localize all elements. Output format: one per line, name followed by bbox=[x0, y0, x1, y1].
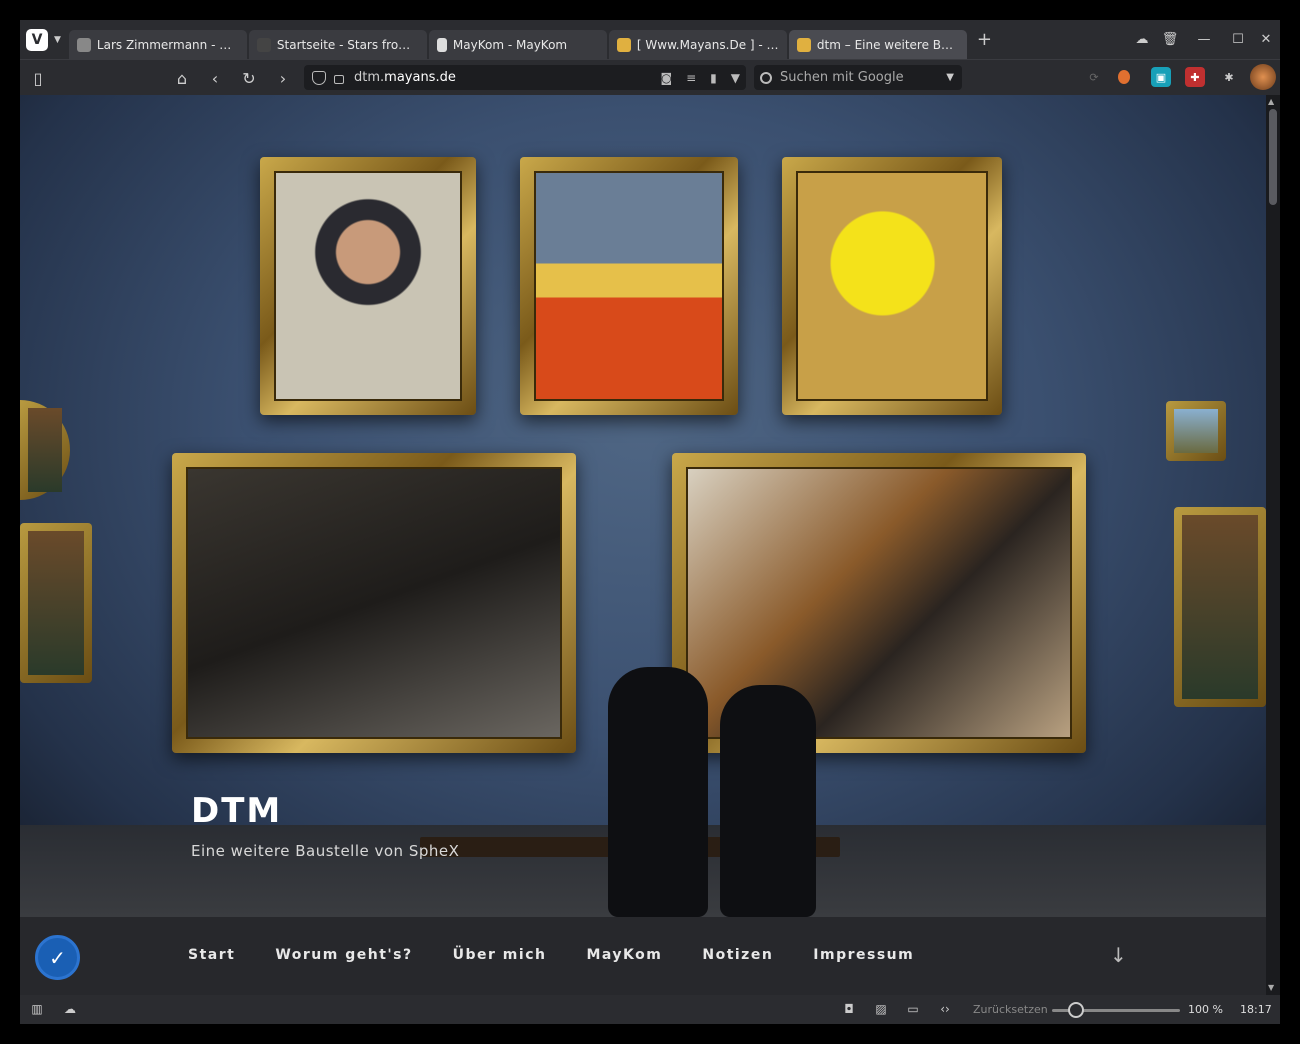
profile-avatar[interactable] bbox=[1250, 64, 1276, 90]
status-bar: ▥ ☁ ◘ ▨ ▭ ‹› Zurücksetzen 100 % 18:17 bbox=[20, 995, 1280, 1024]
site-subtitle: Eine weitere Baustelle von SpheX bbox=[191, 842, 460, 860]
side-painting bbox=[20, 523, 92, 683]
search-placeholder: Suchen mit Google bbox=[780, 70, 904, 85]
avatar-icon bbox=[76, 37, 91, 52]
shield-icon bbox=[312, 70, 326, 85]
site-title[interactable]: DTM bbox=[191, 791, 282, 831]
tab-3[interactable]: MayKom - MayKom bbox=[428, 30, 607, 59]
mayans-icon bbox=[616, 37, 631, 52]
tab-title: MayKom - MayKom bbox=[452, 37, 568, 52]
cloud-icon[interactable]: ☁ bbox=[1128, 26, 1156, 54]
url-field[interactable]: dtm. mayans.de ◙ ≡ ▮ ▼ bbox=[304, 65, 746, 90]
reload-icon[interactable]: ↻ bbox=[235, 64, 263, 92]
tab-5-active[interactable]: dtm – Eine weitere Baustelle bbox=[788, 30, 967, 59]
code-icon[interactable]: ‹› bbox=[936, 1001, 954, 1017]
camera-icon[interactable]: ◘ bbox=[840, 1001, 858, 1017]
vivaldi-menu-button[interactable]: V bbox=[26, 28, 48, 51]
url-prefix: dtm. bbox=[354, 70, 385, 85]
url-host: mayans.de bbox=[384, 70, 456, 85]
scroll-up-icon[interactable]: ▲ bbox=[1268, 97, 1274, 106]
tab-4[interactable]: [ Www.Mayans.De ] - Ma… bbox=[608, 30, 787, 59]
silhouette-painting bbox=[520, 157, 738, 415]
chevron-down-icon[interactable]: ▼ bbox=[731, 71, 740, 85]
nav-ueber-mich[interactable]: Über mich bbox=[453, 947, 547, 963]
panel-toggle-icon[interactable]: ▯ bbox=[24, 64, 52, 92]
sync-icon[interactable]: ⟳ bbox=[1084, 67, 1104, 87]
nav-impressum[interactable]: Impressum bbox=[813, 947, 914, 963]
new-tab-button[interactable]: + bbox=[977, 29, 992, 50]
extension-icon[interactable] bbox=[1118, 70, 1130, 84]
scroll-down-icon[interactable]: ▼ bbox=[1268, 983, 1274, 992]
nav-notizen[interactable]: Notizen bbox=[702, 947, 773, 963]
tab-title: dtm – Eine weitere Baustelle bbox=[816, 37, 959, 52]
lock-icon bbox=[334, 75, 344, 84]
home-icon[interactable]: ⌂ bbox=[168, 64, 196, 92]
arrow-down-icon[interactable]: ↓ bbox=[1110, 943, 1127, 967]
silhouette-painting bbox=[782, 157, 1002, 415]
scroll-thumb[interactable] bbox=[1269, 109, 1277, 205]
hero-image: DTM Eine weitere Baustelle von SpheX bbox=[20, 95, 1266, 917]
back-icon[interactable]: ‹ bbox=[201, 64, 229, 92]
tiling-icon[interactable]: ▭ bbox=[904, 1001, 922, 1017]
tab-2[interactable]: Startseite - Stars from th… bbox=[248, 30, 427, 59]
trash-icon[interactable]: 🗑 bbox=[1156, 26, 1184, 54]
side-painting bbox=[1174, 507, 1266, 707]
zoom-reset[interactable]: Zurücksetzen bbox=[973, 1003, 1048, 1016]
visitor-silhouette bbox=[720, 685, 816, 917]
bookmark-icon[interactable]: ▮ bbox=[710, 71, 717, 85]
side-painting bbox=[20, 400, 70, 500]
reader-icon[interactable]: ≡ bbox=[686, 71, 696, 85]
chevron-down-icon[interactable]: ▼ bbox=[946, 72, 954, 83]
tab-title: Startseite - Stars from th… bbox=[276, 37, 419, 52]
tab-1[interactable]: Lars Zimmermann - Arti… bbox=[68, 30, 247, 59]
site-nav: ✓ Start Worum geht's? Über mich MayKom N… bbox=[20, 917, 1266, 995]
search-icon bbox=[760, 71, 772, 84]
minimize-button[interactable]: — bbox=[1184, 26, 1224, 54]
rss-icon[interactable]: ◙ bbox=[660, 71, 672, 85]
visitor-silhouette bbox=[608, 667, 708, 917]
nav-maykom[interactable]: MayKom bbox=[586, 947, 662, 963]
save-icon[interactable]: ▣ bbox=[1151, 67, 1171, 87]
puzzle-icon[interactable]: ✱ bbox=[1219, 67, 1239, 87]
clock: 18:17 bbox=[1240, 1003, 1272, 1016]
portrait-painting bbox=[260, 157, 476, 415]
stars-icon bbox=[256, 37, 271, 52]
zoom-slider-knob[interactable] bbox=[1068, 1002, 1084, 1018]
close-button[interactable]: ✕ bbox=[1252, 26, 1280, 54]
tab-title: [ Www.Mayans.De ] - Ma… bbox=[636, 37, 779, 52]
chevron-down-icon[interactable]: ▼ bbox=[54, 35, 61, 45]
mayans-icon bbox=[796, 37, 811, 52]
tab-bar: V ▼ Lars Zimmermann - Arti… Startseite -… bbox=[20, 20, 1280, 59]
maximize-button[interactable]: ☐ bbox=[1224, 26, 1252, 54]
cloud-icon[interactable]: ☁ bbox=[61, 1001, 79, 1017]
search-field[interactable]: Suchen mit Google ▼ bbox=[754, 65, 962, 90]
panel-icon[interactable]: ▥ bbox=[28, 1001, 46, 1017]
extension-icon[interactable]: ✚ bbox=[1185, 67, 1205, 87]
page-icon bbox=[436, 37, 447, 52]
nav-worum[interactable]: Worum geht's? bbox=[275, 947, 412, 963]
accessibility-icon[interactable]: ✓ bbox=[35, 935, 80, 980]
address-bar: ▯ ⌂ ‹ ↻ › dtm. mayans.de ◙ ≡ ▮ ▼ Suchen m… bbox=[20, 59, 1280, 95]
forward-icon[interactable]: › bbox=[269, 64, 297, 92]
browser-window: V ▼ Lars Zimmermann - Arti… Startseite -… bbox=[20, 20, 1280, 1024]
tab-title: Lars Zimmermann - Arti… bbox=[96, 37, 239, 52]
image-icon[interactable]: ▨ bbox=[872, 1001, 890, 1017]
nav-start[interactable]: Start bbox=[188, 947, 235, 963]
selfie-painting bbox=[172, 453, 576, 753]
side-painting bbox=[1166, 401, 1226, 461]
scrollbar[interactable]: ▲ ▼ bbox=[1266, 95, 1280, 995]
zoom-level: 100 % bbox=[1188, 1003, 1223, 1016]
